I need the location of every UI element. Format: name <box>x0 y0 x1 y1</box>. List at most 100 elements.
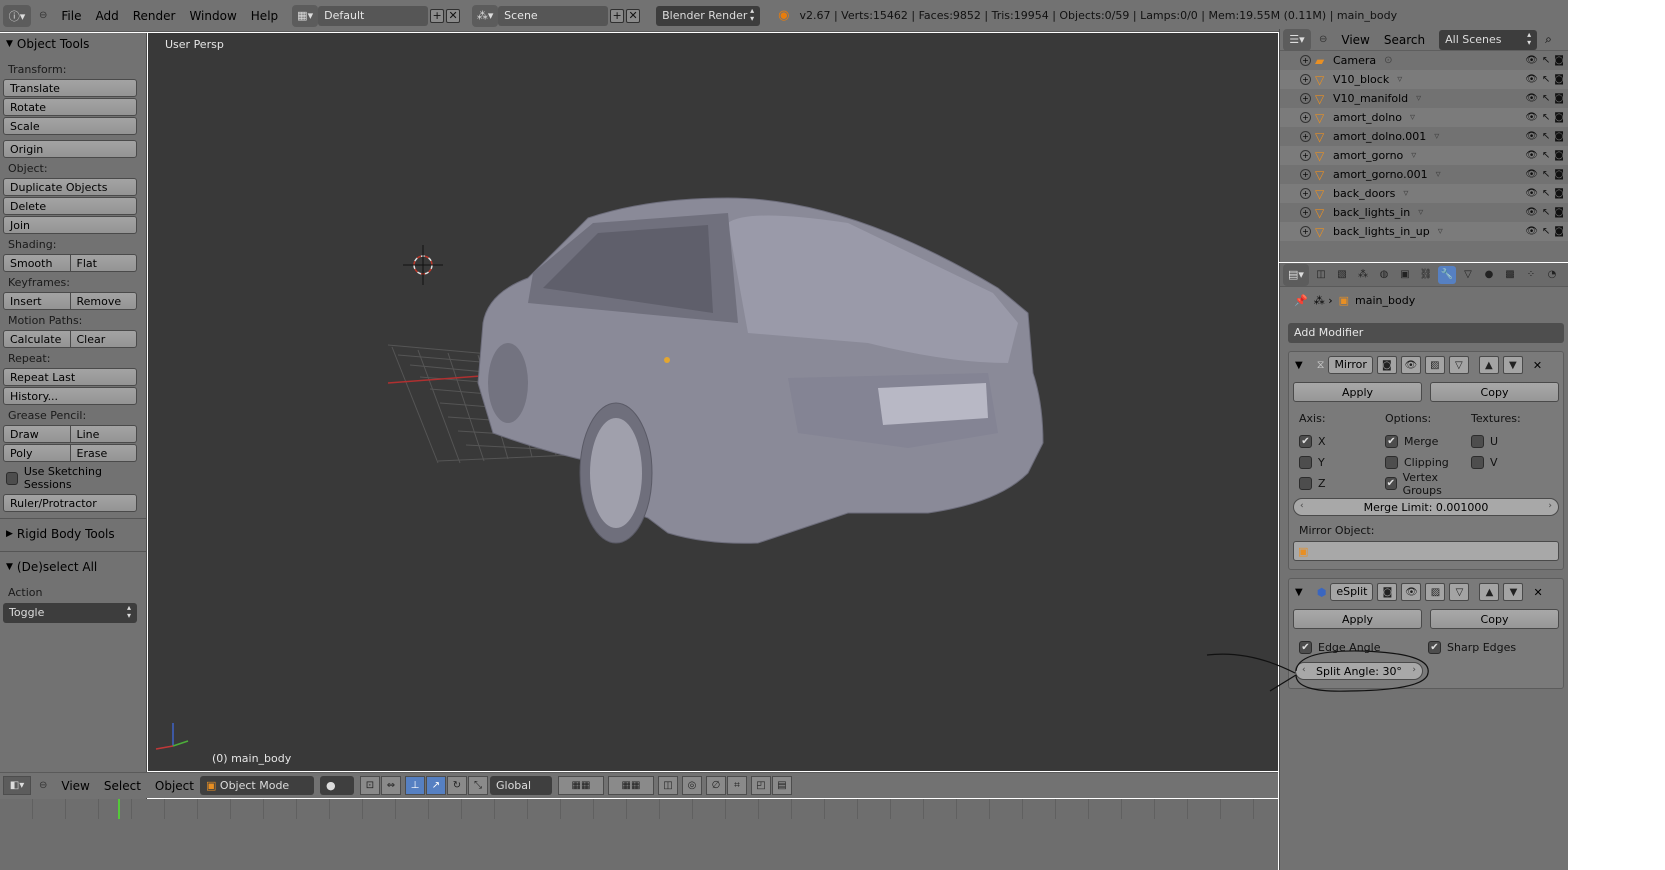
manipulator-toggle-icon[interactable]: ⊥ <box>405 776 425 795</box>
axis-y-checkbox[interactable] <box>1299 456 1312 469</box>
clear-button[interactable]: Clear <box>70 330 137 348</box>
delete-button[interactable]: Delete <box>3 197 137 215</box>
selectable-arrow-icon[interactable]: ↖ <box>1542 169 1550 180</box>
menu-window[interactable]: Window <box>189 9 236 23</box>
selectable-arrow-icon[interactable]: ↖ <box>1542 226 1550 237</box>
renderable-camera-icon[interactable]: ◙ <box>1554 169 1564 180</box>
mirror-apply-button[interactable]: Apply <box>1293 382 1422 402</box>
outliner-menu-view[interactable]: View <box>1341 33 1369 47</box>
renderable-camera-icon[interactable]: ◙ <box>1554 150 1564 161</box>
menu-add[interactable]: Add <box>95 9 118 23</box>
mode-dropdown[interactable]: ▣ Object Mode <box>200 776 314 795</box>
gp-poly-button[interactable]: Poly <box>3 444 71 462</box>
constraints-tab-icon[interactable]: ⛓ <box>1417 266 1435 284</box>
selectable-arrow-icon[interactable]: ↖ <box>1542 131 1550 142</box>
show-on-cage-icon[interactable]: ▽ <box>1449 583 1470 601</box>
renderable-camera-icon[interactable]: ◙ <box>1554 131 1564 142</box>
decrement-arrow-icon[interactable]: ‹ <box>1300 501 1304 511</box>
transform-orientation-dropdown[interactable]: Global <box>490 776 552 795</box>
outliner-item-name[interactable]: V10_block <box>1333 73 1389 86</box>
selectable-arrow-icon[interactable]: ↖ <box>1542 207 1550 218</box>
insert-keyframe-button[interactable]: Insert <box>3 292 71 310</box>
edgesplit-copy-button[interactable]: Copy <box>1430 609 1559 629</box>
snap-toggle-icon[interactable]: ∅ <box>706 776 726 795</box>
move-up-icon[interactable]: ▲ <box>1478 356 1499 374</box>
collapse-icon[interactable]: ⊖ <box>1319 34 1327 45</box>
texture-v-checkbox[interactable] <box>1471 456 1484 469</box>
smooth-button[interactable]: Smooth <box>3 254 71 272</box>
outliner-editor-type-icon[interactable]: ☰▾ <box>1283 28 1311 51</box>
selectable-arrow-icon[interactable]: ↖ <box>1542 112 1550 123</box>
add-modifier-dropdown[interactable]: Add Modifier <box>1288 323 1564 343</box>
translate-button[interactable]: Translate <box>3 79 137 97</box>
mirror-object-field[interactable]: ▣ <box>1293 541 1559 561</box>
object-tab-icon[interactable]: ▣ <box>1396 266 1414 284</box>
visibility-eye-icon[interactable]: 👁 <box>1525 169 1538 180</box>
texture-tab-icon[interactable]: ▩ <box>1501 266 1519 284</box>
scene-icon[interactable]: ⁂▾ <box>472 4 499 27</box>
expand-toggle-icon[interactable]: + <box>1300 226 1311 237</box>
mirror-modifier-name[interactable]: Mirror <box>1328 356 1373 374</box>
outliner-item-name[interactable]: Camera <box>1333 54 1376 67</box>
merge-limit-slider[interactable]: ‹ Merge Limit: 0.001000 › <box>1293 498 1559 516</box>
texture-u-checkbox[interactable] <box>1471 435 1484 448</box>
menu-render[interactable]: Render <box>133 9 176 23</box>
layer-buttons-icon[interactable]: ▦▦ <box>608 776 654 795</box>
visibility-eye-icon[interactable]: 👁 <box>1525 188 1538 199</box>
outliner-item-name[interactable]: amort_dolno.001 <box>1333 130 1426 143</box>
outliner-row[interactable]: + ▽ amort_gorno.001 ▿ 👁 ↖ ◙ <box>1280 165 1568 184</box>
screen-layout-icon[interactable]: ▦▾ <box>292 4 319 27</box>
expand-toggle-icon[interactable]: + <box>1300 93 1311 104</box>
layer-lock-icon[interactable]: ◫ <box>658 776 678 795</box>
expand-toggle-icon[interactable]: + <box>1300 112 1311 123</box>
rotate-manipulator-icon[interactable]: ↻ <box>447 776 467 795</box>
car-model[interactable] <box>477 197 1044 544</box>
outliner-row[interactable]: + ▽ back_lights_in_up ▿ 👁 ↖ ◙ <box>1280 222 1568 241</box>
menu-select[interactable]: Select <box>104 779 141 793</box>
show-viewport-icon[interactable]: 👁 <box>1400 356 1421 374</box>
visibility-eye-icon[interactable]: 👁 <box>1525 131 1538 142</box>
sketching-sessions-option[interactable]: Use Sketching Sessions <box>6 465 140 491</box>
scene-layers-icon[interactable]: ▦▦ <box>558 776 604 795</box>
expand-toggle-icon[interactable]: + <box>1300 207 1311 218</box>
duplicate-objects-button[interactable]: Duplicate Objects <box>3 178 137 196</box>
show-editmode-icon[interactable]: ▨ <box>1424 356 1445 374</box>
mirror-copy-button[interactable]: Copy <box>1430 382 1559 402</box>
properties-editor-type-icon[interactable]: ▤▾ <box>1283 263 1309 286</box>
object-tools-panel-header[interactable]: ▼ Object Tools <box>0 33 146 55</box>
outliner-item-name[interactable]: amort_dolno <box>1333 111 1402 124</box>
remove-screen-button[interactable]: ✕ <box>446 8 461 23</box>
clipping-checkbox[interactable] <box>1385 456 1398 469</box>
visibility-eye-icon[interactable]: 👁 <box>1525 207 1538 218</box>
material-tab-icon[interactable]: ● <box>1480 266 1498 284</box>
remove-scene-button[interactable]: ✕ <box>626 8 641 23</box>
renderable-camera-icon[interactable]: ◙ <box>1554 93 1564 104</box>
particles-tab-icon[interactable]: ⁘ <box>1522 266 1540 284</box>
physics-tab-icon[interactable]: ◔ <box>1543 266 1561 284</box>
remove-modifier-icon[interactable]: ✕ <box>1533 586 1542 599</box>
expand-toggle-icon[interactable]: + <box>1300 169 1311 180</box>
axis-x-checkbox[interactable]: ✔ <box>1299 435 1312 448</box>
visibility-eye-icon[interactable]: 👁 <box>1525 93 1538 104</box>
pin-icon[interactable]: 📌 <box>1294 294 1308 307</box>
3d-viewport[interactable]: User Persp (0) main_body <box>148 33 1278 771</box>
sketching-checkbox[interactable] <box>6 471 18 485</box>
expand-toggle-icon[interactable]: + <box>1300 74 1311 85</box>
show-render-icon[interactable]: ◙ <box>1376 356 1397 374</box>
renderable-camera-icon[interactable]: ◙ <box>1554 74 1564 85</box>
show-on-cage-icon[interactable]: ▽ <box>1448 356 1469 374</box>
move-manipulator-icon[interactable]: ⇔ <box>381 776 401 795</box>
outliner-menu-search[interactable]: Search <box>1384 33 1425 47</box>
scene-tab-icon[interactable]: ⁂ <box>1354 266 1372 284</box>
outliner-row[interactable]: + ▽ back_doors ▿ 👁 ↖ ◙ <box>1280 184 1568 203</box>
add-screen-button[interactable]: + <box>430 8 445 23</box>
repeat-last-button[interactable]: Repeat Last <box>3 368 137 386</box>
expand-toggle-icon[interactable]: + <box>1300 150 1311 161</box>
outliner-item-name[interactable]: back_lights_in <box>1333 206 1410 219</box>
opengl-render-icon[interactable]: ◰ <box>751 776 771 795</box>
visibility-eye-icon[interactable]: 👁 <box>1525 150 1538 161</box>
menu-file[interactable]: File <box>61 9 81 23</box>
gp-erase-button[interactable]: Erase <box>70 444 137 462</box>
outliner-row[interactable]: + ▽ back_lights_in ▿ 👁 ↖ ◙ <box>1280 203 1568 222</box>
increment-arrow-icon[interactable]: › <box>1548 501 1552 511</box>
